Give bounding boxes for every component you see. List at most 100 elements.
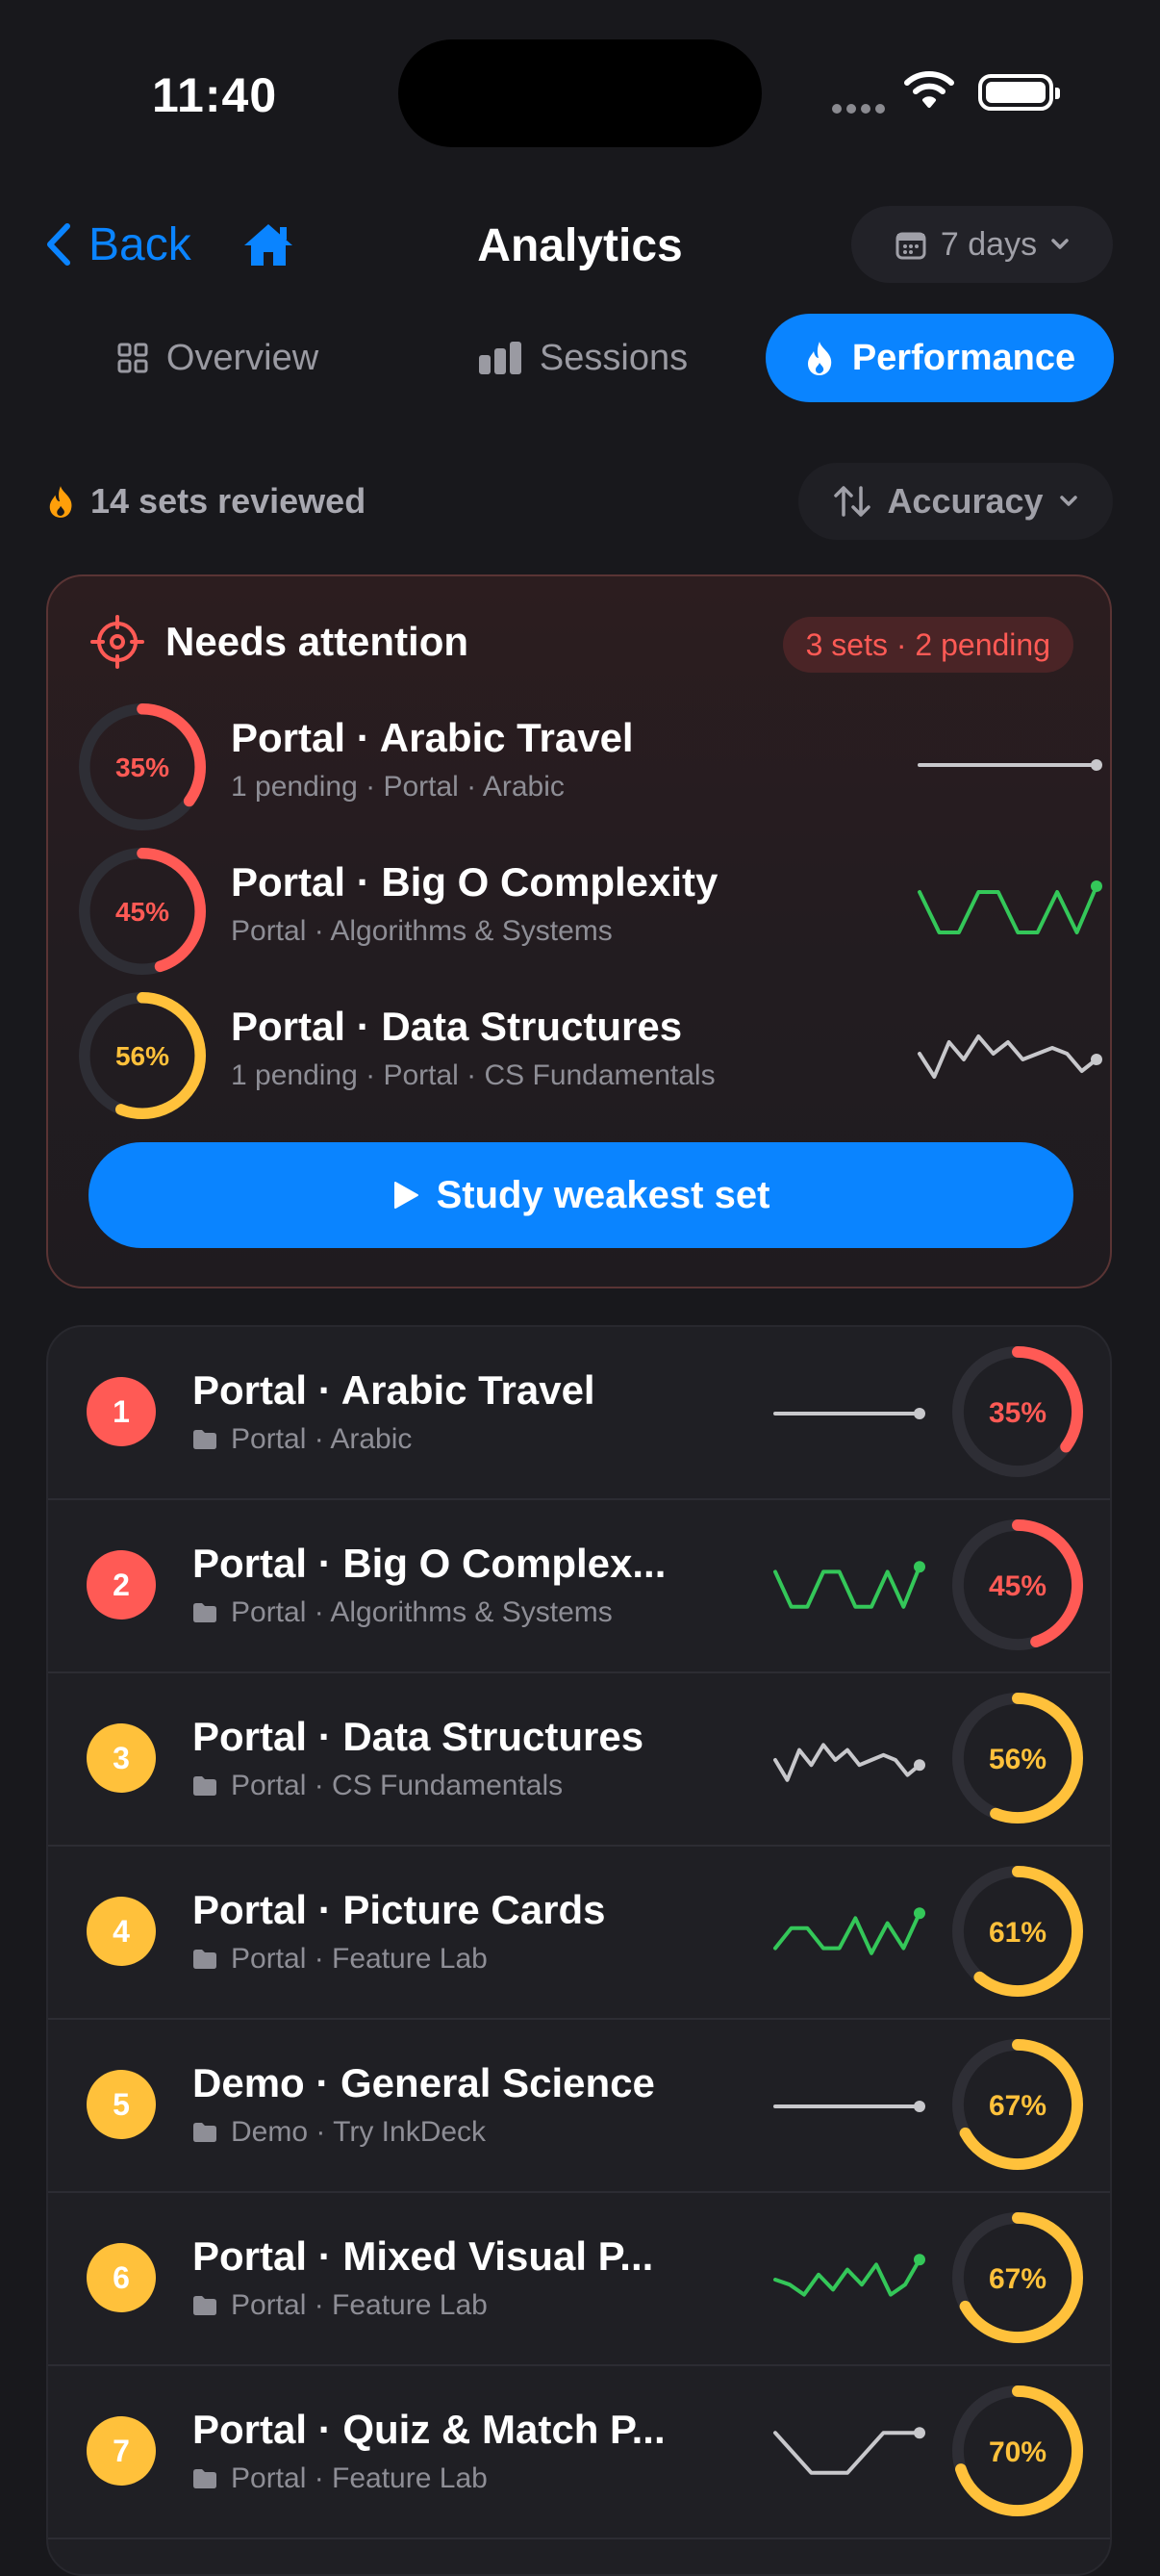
accuracy-ring: 35% <box>78 702 207 831</box>
trend-sparkline <box>773 2254 925 2297</box>
set-subtitle-text: Portal · Arabic <box>231 1423 413 1455</box>
needs-attention-header: Needs attention <box>90 615 468 669</box>
set-row[interactable]: 1 Portal · Arabic Travel Portal · Arabic… <box>48 1327 1110 1500</box>
summary-row: 14 sets reviewed Accuracy <box>0 452 1160 548</box>
sets-ranking-list: 1 Portal · Arabic Travel Portal · Arabic… <box>46 1325 1112 2576</box>
wifi-icon <box>904 71 954 108</box>
dynamic-island <box>398 39 762 147</box>
cellular-signal-icon <box>832 101 890 118</box>
chevron-down-icon <box>1059 496 1077 506</box>
set-subtitle-text: Portal · Algorithms & Systems <box>231 1596 613 1628</box>
set-subtitle-text: Portal · Feature Lab <box>231 2289 488 2321</box>
set-subtitle: Demo · Try InkDeck <box>192 2116 486 2149</box>
accuracy-ring: 56% <box>952 1693 1083 1824</box>
folder-icon <box>193 2469 216 2488</box>
sparkline-path <box>773 1565 921 1609</box>
set-title: Portal · Big O Complex... <box>192 1541 667 1586</box>
tab-overview-label: Overview <box>165 337 319 378</box>
folder-icon <box>193 1776 216 1796</box>
attention-item-subtitle: Portal · Algorithms & Systems <box>231 915 613 947</box>
folder-icon <box>193 1603 216 1622</box>
sparkline-path <box>773 2431 921 2475</box>
tab-sessions[interactable]: Sessions <box>448 314 718 402</box>
set-row[interactable]: 4 Portal · Picture Cards Portal · Featur… <box>48 1847 1110 2020</box>
ring-percent-label: 56% <box>115 1041 169 1071</box>
bar-chart-icon <box>478 342 521 374</box>
accuracy-ring: 45% <box>78 847 207 976</box>
set-row[interactable]: 7 Portal · Quiz & Match P... Portal · Fe… <box>48 2366 1110 2539</box>
study-weakest-set-label: Study weakest set <box>436 1173 770 1216</box>
chevron-down-icon <box>1051 239 1069 249</box>
flame-icon <box>807 342 832 375</box>
ring-percent-label: 35% <box>989 1397 1047 1429</box>
rank-badge: 3 <box>87 1723 156 1793</box>
attention-item-title: Portal · Arabic Travel <box>231 715 634 760</box>
folder-icon <box>193 1430 216 1449</box>
set-subtitle: Portal · Feature Lab <box>192 2289 488 2322</box>
attention-item-subtitle: 1 pending · Portal · Arabic <box>231 771 565 803</box>
set-subtitle-text: Portal · CS Fundamentals <box>231 1770 564 1801</box>
sort-button[interactable]: Accuracy <box>798 463 1113 540</box>
set-subtitle-text: Portal · Feature Lab <box>231 1943 488 1975</box>
sparkline-path <box>773 1743 921 1782</box>
sparkline-endpoint <box>914 1759 925 1772</box>
attention-item-title: Portal · Data Structures <box>231 1004 683 1049</box>
set-row[interactable]: 5 Demo · General Science Demo · Try InkD… <box>48 2020 1110 2193</box>
battery-icon <box>978 74 1060 111</box>
trend-sparkline <box>918 759 1102 771</box>
trend-sparkline <box>773 1743 925 1782</box>
target-icon <box>90 615 144 669</box>
sort-arrows-icon <box>834 486 871 517</box>
accuracy-ring: 45% <box>952 1519 1083 1650</box>
set-subtitle: Portal · Arabic <box>192 1423 412 1456</box>
folder-icon <box>193 1950 216 1969</box>
attention-item-subtitle: 1 pending · Portal · CS Fundamentals <box>231 1059 716 1091</box>
set-subtitle: Portal · Algorithms & Systems <box>192 1596 613 1629</box>
tab-overview[interactable]: Overview <box>83 314 352 402</box>
trend-sparkline <box>918 880 1102 934</box>
sparkline-path <box>773 1911 921 1955</box>
set-subtitle-text: Demo · Try InkDeck <box>231 2116 487 2148</box>
attention-item[interactable]: 35% Portal · Arabic Travel 1 pending · P… <box>77 701 1102 832</box>
accuracy-ring: 61% <box>952 1866 1083 1997</box>
date-range-label: 7 days <box>940 225 1038 263</box>
sparkline-endpoint <box>1091 1054 1102 1065</box>
study-weakest-set-button[interactable]: Study weakest set <box>88 1142 1073 1248</box>
trend-sparkline <box>773 2427 925 2475</box>
set-row[interactable]: 2 Portal · Big O Complex... Portal · Alg… <box>48 1500 1110 1673</box>
sparkline-endpoint <box>914 2254 925 2266</box>
needs-attention-badge: 3 sets · 2 pending <box>782 617 1073 673</box>
rank-badge: 6 <box>87 2243 156 2312</box>
accuracy-ring: 67% <box>952 2212 1083 2343</box>
attention-item[interactable]: 56% Portal · Data Structures 1 pending ·… <box>77 990 1102 1121</box>
sparkline-endpoint <box>914 1561 925 1573</box>
status-time: 11:40 <box>152 68 278 122</box>
trend-sparkline <box>773 2101 925 2112</box>
attention-item-title: Portal · Big O Complexity <box>231 859 719 905</box>
needs-attention-card: Needs attention 3 sets · 2 pending 35% P… <box>46 574 1112 1288</box>
trend-sparkline <box>773 1408 925 1419</box>
rank-badge: 4 <box>87 1897 156 1966</box>
ring-percent-label: 35% <box>115 752 169 782</box>
tab-performance[interactable]: Performance <box>766 314 1114 402</box>
sets-reviewed-label: 14 sets reviewed <box>90 481 366 521</box>
status-bar: 11:40 <box>0 0 1160 183</box>
rank-badge: 1 <box>87 1377 156 1446</box>
set-row[interactable]: 3 Portal · Data Structures Portal · CS F… <box>48 1673 1110 1847</box>
nav-bar: Back Analytics 7 days <box>0 183 1160 308</box>
play-icon <box>393 1182 418 1209</box>
accuracy-ring: 56% <box>78 991 207 1120</box>
grid-icon <box>117 343 148 373</box>
set-subtitle: Portal · CS Fundamentals <box>192 1770 563 1802</box>
set-title: Portal · Arabic Travel <box>192 1367 595 1413</box>
accuracy-ring: 35% <box>952 1346 1083 1477</box>
set-subtitle: Portal · Feature Lab <box>192 2462 488 2495</box>
attention-item[interactable]: 45% Portal · Big O Complexity Portal · A… <box>77 846 1102 977</box>
folder-icon <box>193 2123 216 2142</box>
set-subtitle: Portal · Feature Lab <box>192 1943 488 1976</box>
set-title: Demo · General Science <box>192 2060 655 2105</box>
ring-percent-label: 67% <box>989 2090 1047 2122</box>
date-range-button[interactable]: 7 days <box>851 206 1113 283</box>
calendar-icon <box>895 232 926 260</box>
set-row[interactable]: 6 Portal · Mixed Visual P... Portal · Fe… <box>48 2193 1110 2366</box>
